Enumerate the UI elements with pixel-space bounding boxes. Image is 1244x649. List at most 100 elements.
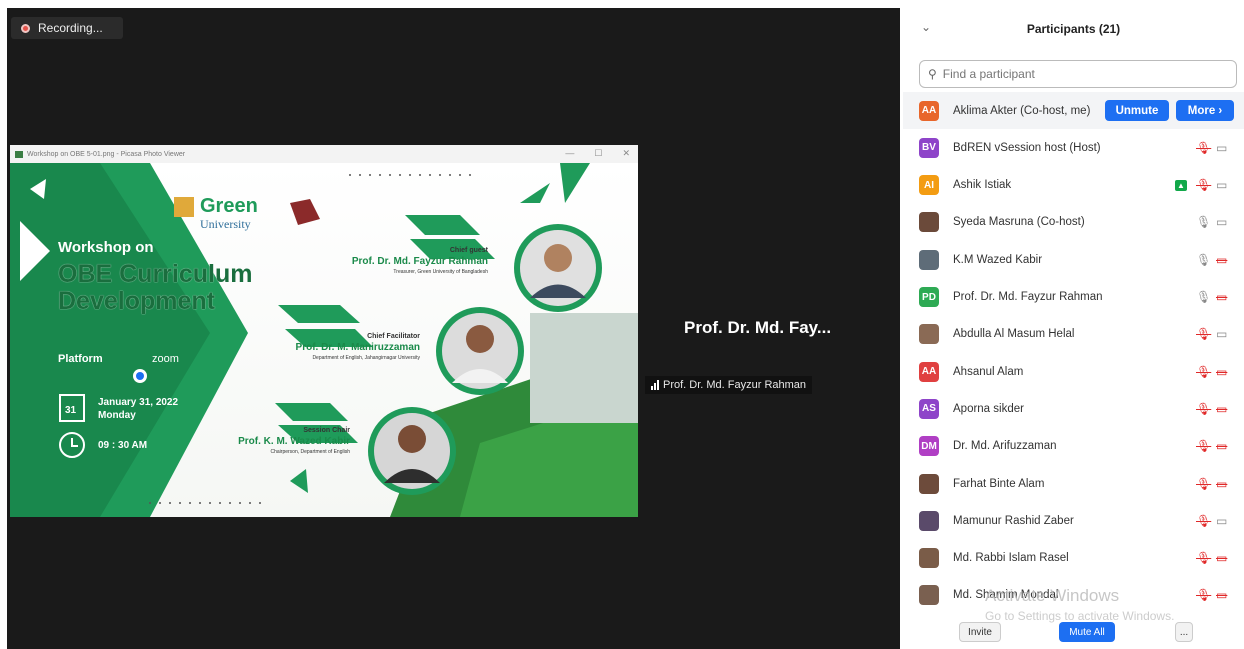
poster-title: OBE Curriculum Development [58,260,253,315]
participant-avatar: AS [919,398,939,419]
poster-workshop-on: Workshop on [58,239,154,256]
active-speaker-name: Prof. Dr. Md. Fay... [684,318,832,337]
more-options-button[interactable]: ... [1175,622,1193,642]
video-off-icon[interactable]: ▭ [1216,551,1227,565]
participant-name: K.M Wazed Kabir [953,253,1043,266]
close-icon: ✕ [622,148,630,158]
participant-name: Aklima Akter (Co-host, me) [953,104,1091,117]
video-icon[interactable]: ▭ [1216,514,1227,528]
mic-icon[interactable]: 🎙 [1196,290,1211,304]
video-off-icon[interactable]: ▭ [1216,439,1227,453]
video-off-icon[interactable]: ▭ [1216,253,1227,267]
photo-viewer-icon [15,150,23,158]
participant-row[interactable]: AA Ahsanul Alam 🎙 ▭ [903,353,1244,390]
participant-row[interactable]: BV BdREN vSession host (Host) 🎙 ▭ [903,129,1244,166]
recording-label: Recording... [38,21,103,35]
poster-platform-name: zoom [152,353,179,365]
video-off-icon[interactable]: ▭ [1216,290,1227,304]
participant-name: Farhat Binte Alam [953,477,1045,490]
participant-search[interactable]: ⚲ [919,60,1237,88]
mic-muted-icon[interactable]: 🎙 [1196,141,1211,155]
participant-photo [919,324,939,345]
participant-name: Prof. Dr. Md. Fayzur Rahman [953,291,1103,303]
poster-date-day: 31 [65,405,77,416]
participant-name: Syeda Masruna (Co-host) [953,216,1085,229]
mic-muted-icon[interactable]: 🎙 [1196,178,1211,192]
audio-level-icon [651,380,659,390]
video-icon[interactable]: ▭ [1216,327,1227,341]
mic-muted-icon[interactable]: 🎙 [1196,588,1211,602]
participant-row[interactable]: AA Aklima Akter (Co-host, me) Unmute More › [903,92,1244,129]
minimize-icon: — [565,148,575,158]
active-speaker-tag-label: Prof. Dr. Md. Fayzur Rahman [663,379,807,391]
mute-all-button[interactable]: Mute All [1059,622,1115,642]
mic-muted-icon[interactable]: 🎙 [1196,327,1211,341]
mic-icon[interactable]: 🎙 [1196,215,1211,229]
participant-row[interactable]: K.M Wazed Kabir 🎙 ▭ [903,241,1244,278]
active-speaker-tag: Prof. Dr. Md. Fayzur Rahman [645,376,813,394]
participant-row[interactable]: Farhat Binte Alam 🎙 ▭ [903,465,1244,502]
participant-row[interactable]: AI Ashik Istiak ▲ 🎙 ▭ [903,167,1244,204]
participant-name: Md. Rabbi Islam Rasel [953,552,1069,565]
participant-avatar: AI [919,175,939,196]
recording-indicator[interactable]: Recording... [11,17,123,39]
participant-name: Aporna sikder [953,402,1024,415]
mic-icon[interactable]: 🎙 [1196,253,1211,267]
poster-chief-guest: Chief guest Prof. Dr. Md. Fayzur Rahman … [351,247,488,275]
participant-avatar: PD [919,287,939,307]
participant-name: Abdulla Al Masum Helal [953,328,1075,341]
record-icon [21,23,30,33]
mic-muted-icon[interactable]: 🎙 [1196,551,1211,565]
invite-button[interactable]: Invite [959,622,1001,642]
workshop-poster: Green University Workshop on OBE Curricu… [10,163,638,517]
participant-row[interactable]: Abdulla Al Masum Helal 🎙 ▭ [903,316,1244,353]
participant-avatar: BV [919,137,939,158]
mic-muted-icon[interactable]: 🎙 [1196,439,1211,453]
participants-title: Participants (21) [1026,22,1121,36]
participant-row[interactable]: Md. Rabbi Islam Rasel 🎙 ▭ [903,540,1244,577]
participant-row[interactable]: DM Dr. Md. Arifuzzaman 🎙 ▭ [903,428,1244,465]
participant-name: Ahsanul Alam [953,365,1024,378]
participant-row[interactable]: PD Prof. Dr. Md. Fayzur Rahman 🎙 ▭ [903,279,1244,316]
poster-platform-label: Platform [58,353,103,365]
participant-avatar: AA [919,361,939,382]
participant-name: Ashik Istiak [953,179,1012,192]
screen-share-icon: ▲ [1175,179,1187,191]
video-icon[interactable]: ▭ [1216,141,1227,155]
participant-photo [919,548,939,569]
mic-muted-icon[interactable]: 🎙 [1196,477,1211,491]
participant-photo [919,249,939,270]
photo-viewer-title: Workshop on OBE 5-01.png - Picasa Photo … [27,150,186,158]
shared-screen: Workshop on OBE 5-01.png - Picasa Photo … [10,145,638,517]
activate-windows-subtitle: Go to Settings to activate Windows. [985,609,1175,623]
search-icon: ⚲ [928,67,937,81]
participant-photo [919,212,939,233]
video-icon[interactable]: ▭ [1216,178,1227,192]
poster-date: January 31, 2022 Monday [98,397,179,421]
participant-photo [919,473,939,494]
poster-session-chair: Session Chair Prof. K. M. Wazed Kabir Ch… [238,427,350,455]
mic-muted-icon[interactable]: 🎙 [1196,514,1211,528]
video-off-icon[interactable]: ▭ [1216,477,1227,491]
participant-photo [919,585,939,606]
more-button[interactable]: More › [1176,100,1234,121]
university-logo-text: Green University [200,195,258,231]
participant-search-input[interactable] [940,66,1225,82]
video-icon[interactable]: ▭ [1216,215,1227,229]
participant-name: BdREN vSession host (Host) [953,141,1101,154]
participant-photo [919,510,939,531]
participant-name: Dr. Md. Arifuzzaman [953,440,1057,453]
participant-row[interactable]: AS Aporna sikder 🎙 ▭ [903,390,1244,427]
participants-panel: ⌄ Participants (21) ⚲ AAAklima Akter (Co… [903,0,1244,649]
unmute-button[interactable]: Unmute [1105,100,1169,121]
participant-avatar: AA [919,100,939,121]
mic-muted-icon[interactable]: 🎙 [1196,365,1211,379]
photo-viewer-titlebar: Workshop on OBE 5-01.png - Picasa Photo … [10,145,638,164]
video-off-icon[interactable]: ▭ [1216,588,1227,602]
participant-name: Mamunur Rashid Zaber [953,514,1074,527]
participant-row[interactable]: Mamunur Rashid Zaber 🎙 ▭ [903,502,1244,539]
video-off-icon[interactable]: ▭ [1216,402,1227,416]
mic-muted-icon[interactable]: 🎙 [1196,402,1211,416]
video-off-icon[interactable]: ▭ [1216,365,1227,379]
participant-row[interactable]: Syeda Masruna (Co-host) 🎙 ▭ [903,204,1244,241]
